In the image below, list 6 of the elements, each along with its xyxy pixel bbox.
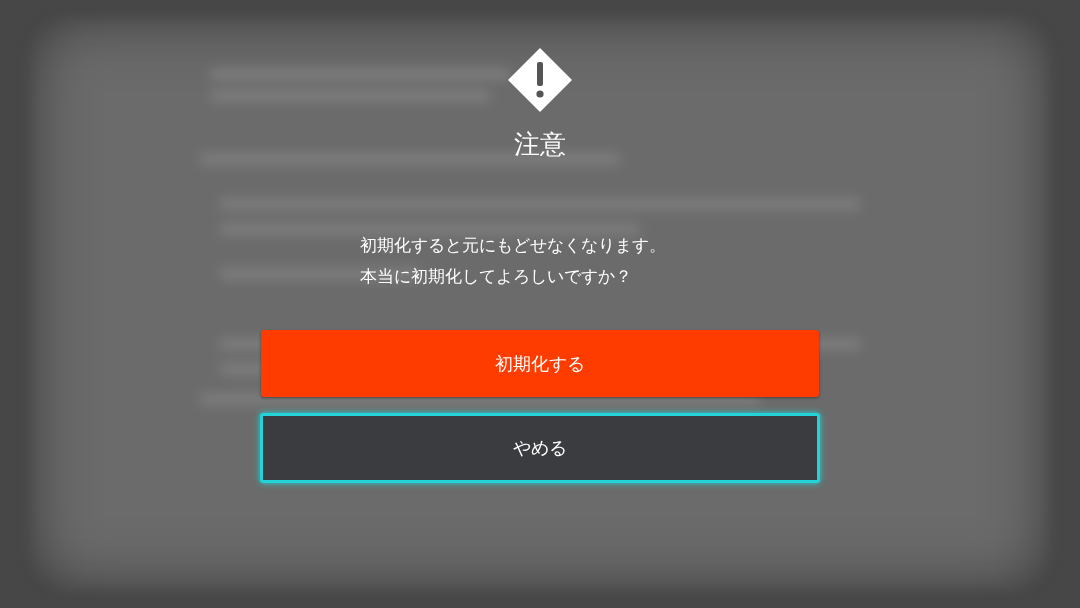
warning-icon [506, 46, 574, 114]
dialog-message: 本当に初期化してよろしいですか？ [360, 265, 633, 288]
initialize-button[interactable]: 初期化する [261, 330, 819, 397]
dialog-title: 注意 [514, 128, 566, 160]
cancel-button[interactable]: やめる [260, 413, 820, 483]
dialog-message: 初期化すると元にもどせなくなります。 [360, 234, 667, 257]
